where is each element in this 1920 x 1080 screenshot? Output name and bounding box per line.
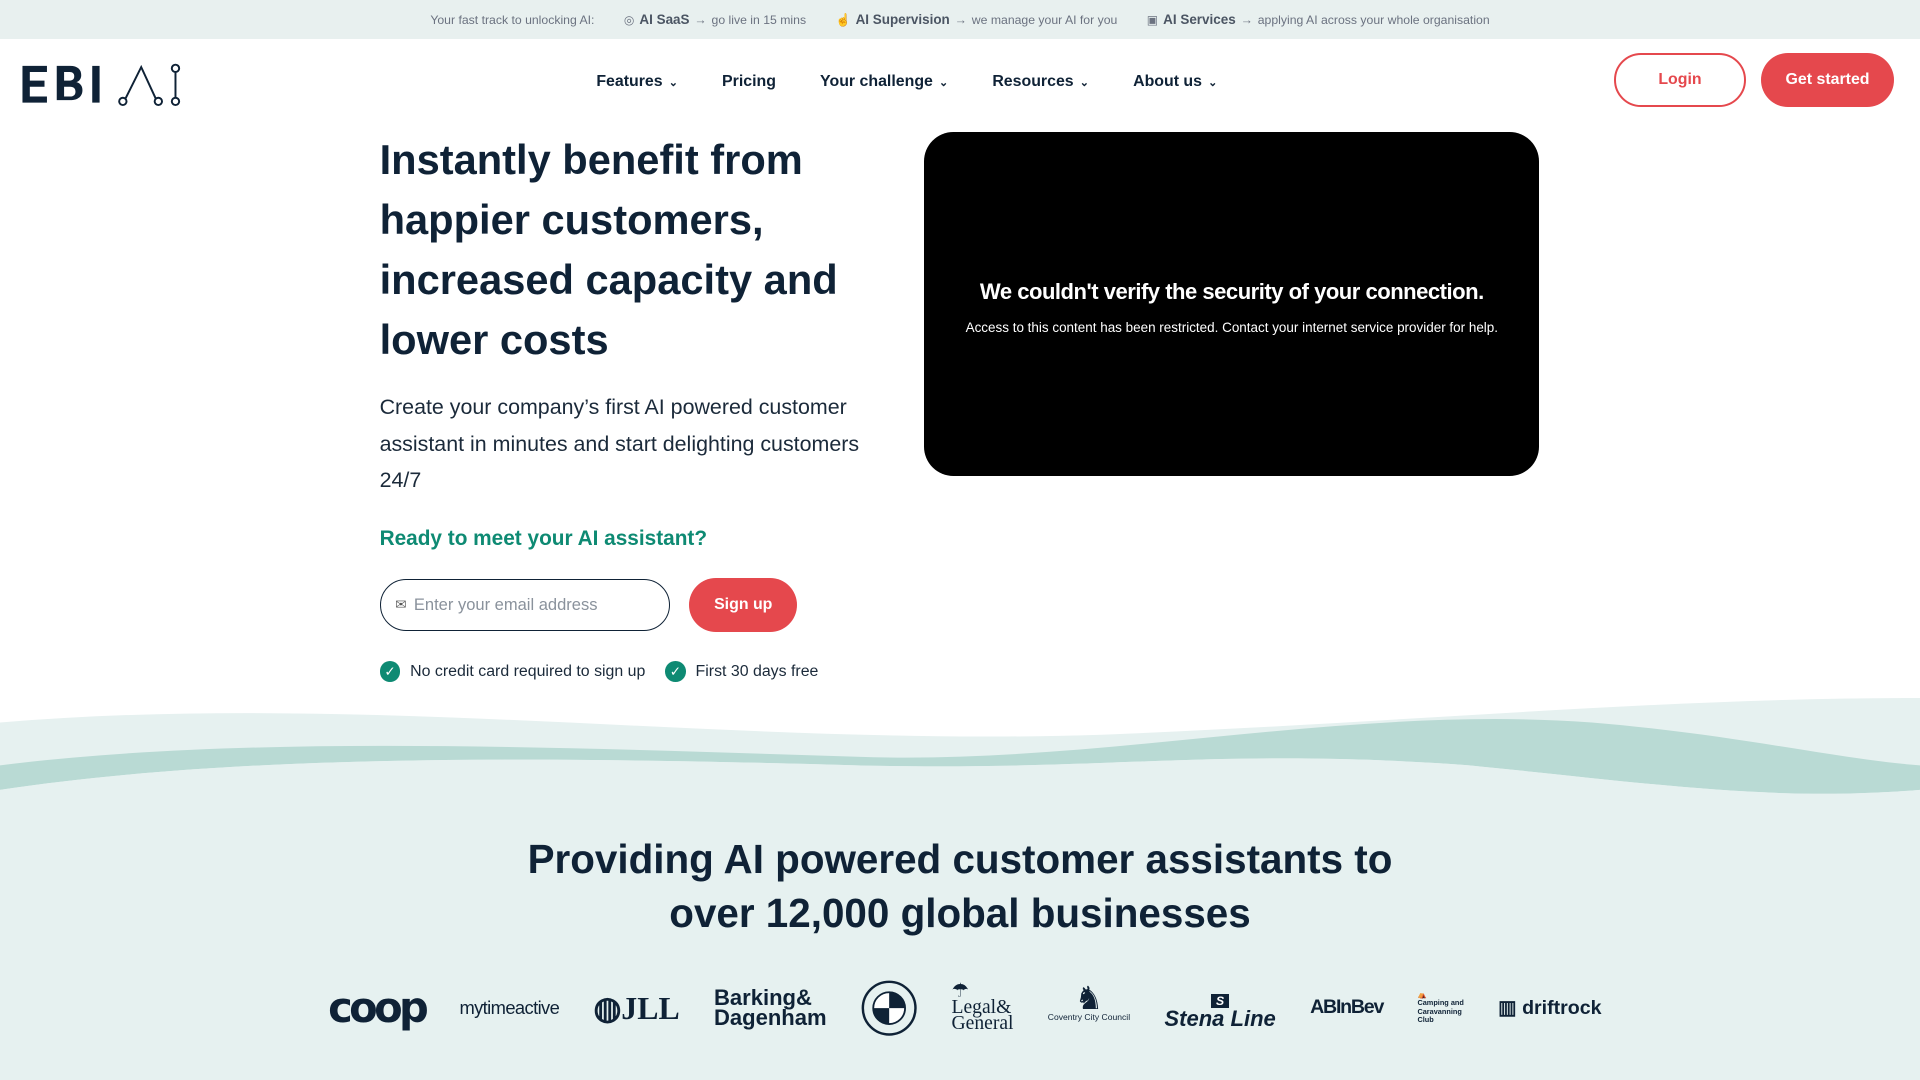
logo-jll: ◍JLL [593, 990, 680, 1026]
nav-features[interactable]: Features ⌄ [596, 73, 678, 91]
video-error-title: We couldn't verify the security of your … [979, 279, 1484, 305]
globe-icon: ◍ [593, 990, 622, 1026]
sign-up-button[interactable]: Sign up [689, 577, 798, 632]
logo[interactable] [20, 61, 182, 114]
main-nav: Features ⌄ Pricing Your challenge ⌄ Resour… [596, 73, 1217, 91]
nav-your-challenge[interactable]: Your challenge ⌄ [820, 73, 948, 91]
logo-barking-dagenham: Barking& Dagenham [713, 985, 827, 1030]
benefit-item: ✓ First 30 days free [664, 661, 819, 683]
logo-mytimeactive: mytimeactive [459, 996, 560, 1018]
hero-title: Instantly benefit from happier customers… [379, 135, 838, 363]
chip-icon: ▣ [1146, 12, 1159, 27]
logo-abinbev: ABInBev [1310, 996, 1384, 1019]
hero-subtitle: Create your company’s first AI powered c… [379, 395, 860, 492]
announcement-bar: Your fast track to unlocking AI: ◎ AI Saa… [0, 0, 1920, 40]
logo-coventry-city-council: ♞ Coventry City Council [1047, 979, 1131, 1022]
customers-heading: Providing AI powered customer assistants… [0, 833, 1920, 941]
logo-camping-caravanning-club: ⛺ Camping and Caravanning Club [1417, 989, 1464, 1025]
mail-icon: ✉ [395, 596, 407, 612]
email-placeholder: Enter your email address [413, 594, 598, 614]
get-started-button[interactable]: Get started [1760, 52, 1895, 107]
nav-pricing[interactable]: Pricing [722, 73, 776, 91]
nav-label: Resources [992, 73, 1074, 91]
email-input[interactable]: ✉ Enter your email address [379, 579, 670, 631]
badge-check-icon: ◎ [623, 12, 635, 27]
nav-label: Features [596, 73, 663, 91]
benefit-text: First 30 days free [695, 662, 819, 680]
item-title: AI Supervision [855, 12, 950, 28]
announcement-intro: Your fast track to unlocking AI: [430, 12, 595, 27]
nav-about-us[interactable]: About us ⌄ [1133, 73, 1217, 91]
arrow-icon: → [694, 12, 707, 27]
announcement-ai-supervision[interactable]: ☝ AI Supervision → we manage your AI for yo… [835, 12, 1117, 27]
item-desc: we manage your AI for you [971, 12, 1118, 27]
hand-user-icon: ☝ [835, 12, 851, 27]
chevron-down-icon: ⌄ [1079, 77, 1089, 90]
announcement-ai-services[interactable]: ▣ AI Services → applying AI across your who… [1147, 12, 1490, 27]
logo-bmw [861, 980, 917, 1036]
logo-driftrock: ▥ driftrock [1498, 996, 1602, 1019]
logo-legal-general: ☂ Legal& General [951, 980, 1014, 1034]
nav-label: Pricing [722, 73, 776, 91]
customer-logos: coop mytimeactive ◍JLL Barking& Dagenham … [328, 977, 1602, 1038]
benefits-list: ✓ No credit card required to sign up ✓ Fir… [379, 661, 819, 683]
video-error-text: Access to this content has been restrict… [965, 319, 1499, 335]
chevron-down-icon: ⌄ [939, 77, 949, 90]
check-circle-icon: ✓ [664, 661, 686, 683]
item-desc: applying AI across your whole organisati… [1257, 12, 1490, 27]
arrow-icon: → [1240, 12, 1253, 27]
item-title: AI Services [1163, 12, 1236, 28]
announcement-ai-saas[interactable]: ◎ AI SaaS → go live in 15 mins [624, 12, 806, 27]
login-button[interactable]: Login [1613, 52, 1747, 107]
nav-label: Your challenge [820, 73, 933, 91]
nav-resources[interactable]: Resources ⌄ [992, 73, 1089, 91]
benefit-text: No credit card required to sign up [410, 662, 646, 680]
video-embed[interactable]: We couldn't verify the security of your … [924, 132, 1540, 477]
item-title: AI SaaS [639, 12, 690, 28]
bars-icon: ▥ [1498, 996, 1517, 1019]
nav-label: About us [1133, 73, 1202, 91]
cta-heading: Ready to meet your AI assistant? [379, 526, 708, 550]
logo-coop: coop [328, 983, 429, 1033]
heading-line: over 12,000 global businesses [669, 889, 1251, 936]
chevron-down-icon: ⌄ [1208, 77, 1218, 90]
logo-stena-line: S Stena Line [1164, 993, 1276, 1031]
check-circle-icon: ✓ [379, 661, 401, 683]
item-desc: go live in 15 mins [711, 12, 807, 27]
chevron-down-icon: ⌄ [668, 77, 678, 90]
heading-line: Providing AI powered customer assistants… [527, 835, 1393, 882]
benefit-item: ✓ No credit card required to sign up [379, 661, 646, 683]
arrow-icon: → [954, 12, 967, 27]
